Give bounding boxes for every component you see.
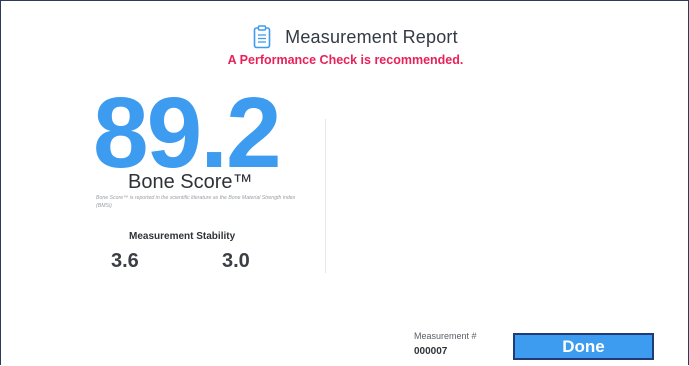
performance-warning: A Performance Check is recommended. [227, 53, 464, 67]
bone-score-label: Bone Score™ [128, 171, 253, 193]
vertical-divider [325, 119, 326, 273]
report-window: Measurement Report A Performance Check i… [0, 0, 689, 365]
clipboard-icon [253, 25, 271, 49]
measurement-number-label: Measurement # [414, 331, 477, 341]
title-row: Measurement Report [21, 25, 689, 49]
bone-score-value: 89.2 [93, 77, 282, 189]
page-title: Measurement Report [285, 26, 458, 47]
done-button[interactable]: Done [513, 333, 654, 360]
stability-value-1: 3.6 [111, 250, 139, 272]
report-header: Measurement Report A Performance Check i… [1, 25, 689, 67]
stability-title: Measurement Stability [129, 231, 236, 242]
stability-value-2: 3.0 [222, 250, 250, 272]
measurement-number-value: 000007 [414, 346, 448, 357]
bone-score-note: Bone Score™ is reported in the scientifi… [96, 195, 296, 209]
